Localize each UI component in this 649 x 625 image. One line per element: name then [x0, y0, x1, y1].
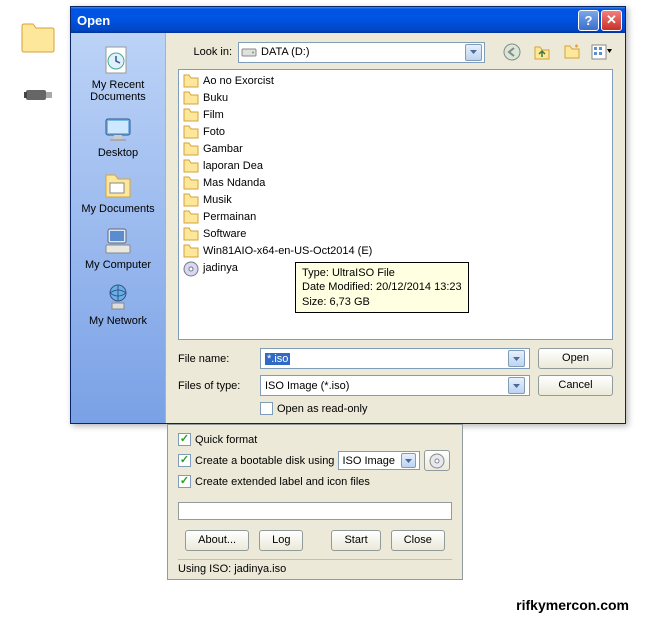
status-bar: Using ISO: jadinya.iso — [178, 559, 452, 575]
open-button[interactable]: Open — [538, 348, 613, 369]
folder-desktop-icon[interactable] — [18, 18, 58, 58]
log-button[interactable]: Log — [259, 530, 303, 551]
filename-input[interactable]: *.iso — [260, 348, 530, 369]
dialog-title: Open — [77, 13, 576, 28]
recent-documents-icon — [102, 45, 134, 77]
sidebar-item-desktop[interactable]: Desktop — [75, 109, 161, 163]
close-button[interactable]: Close — [391, 530, 445, 551]
start-button[interactable]: Start — [331, 530, 380, 551]
folder-icon — [183, 176, 199, 190]
watermark: rifkymercon.com — [516, 597, 629, 613]
list-item[interactable]: Musik — [181, 191, 610, 208]
filename-label: File name: — [178, 353, 252, 365]
folder-icon — [183, 125, 199, 139]
mynetwork-icon — [102, 281, 134, 313]
about-button[interactable]: About... — [185, 530, 249, 551]
list-item[interactable]: Permainan — [181, 208, 610, 225]
sidebar-item-mydocs[interactable]: My Documents — [75, 165, 161, 219]
open-dialog: Open ? ✕ My Recent Documents Desktop — [70, 6, 626, 424]
folder-icon — [183, 108, 199, 122]
filename-value: *.iso — [265, 353, 290, 365]
disc-icon — [429, 453, 445, 469]
sidebar-item-label: My Computer — [75, 259, 161, 271]
sidebar-item-recent[interactable]: My Recent Documents — [75, 41, 161, 107]
filetype-dropdown[interactable]: ISO Image (*.iso) — [260, 375, 530, 396]
extended-label: Create extended label and icon files — [195, 476, 370, 488]
file-list[interactable]: Ao no Exorcist Buku Film Foto Gambar lap… — [178, 69, 613, 340]
sidebar-item-label: My Recent Documents — [75, 79, 161, 103]
file-tooltip: Type: UltraISO File Date Modified: 20/12… — [295, 262, 469, 313]
list-item[interactable]: Software — [181, 225, 610, 242]
quickformat-checkbox[interactable] — [178, 433, 191, 446]
tooltip-size: Size: 6,73 GB — [302, 295, 462, 309]
new-folder-button[interactable] — [561, 41, 583, 63]
folder-icon — [183, 159, 199, 173]
folder-icon — [183, 142, 199, 156]
help-button[interactable]: ? — [578, 10, 599, 31]
chevron-down-icon — [508, 350, 525, 367]
sidebar-item-mycomputer[interactable]: My Computer — [75, 221, 161, 275]
sidebar-item-label: My Documents — [75, 203, 161, 215]
list-item[interactable]: Ao no Exorcist — [181, 72, 610, 89]
folder-icon — [183, 227, 199, 241]
quickformat-label: Quick format — [195, 434, 257, 446]
nav-up-button[interactable] — [531, 41, 553, 63]
list-item[interactable]: Foto — [181, 123, 610, 140]
titlebar[interactable]: Open ? ✕ — [71, 7, 625, 33]
list-item[interactable]: Mas Ndanda — [181, 174, 610, 191]
bootable-checkbox[interactable] — [178, 454, 191, 467]
readonly-checkbox[interactable] — [260, 402, 273, 415]
extended-checkbox[interactable] — [178, 475, 191, 488]
nav-back-button[interactable] — [501, 41, 523, 63]
chevron-down-icon — [508, 377, 525, 394]
list-item[interactable]: Buku — [181, 89, 610, 106]
list-item[interactable]: Film — [181, 106, 610, 123]
folder-icon — [183, 91, 199, 105]
folder-icon — [183, 210, 199, 224]
sidebar-item-mynetwork[interactable]: My Network — [75, 277, 161, 331]
close-button[interactable]: ✕ — [601, 10, 622, 31]
filetype-value: ISO Image (*.iso) — [265, 380, 349, 392]
sidebar-item-label: Desktop — [75, 147, 161, 159]
usb-desktop-icon[interactable] — [18, 72, 58, 112]
folder-icon — [183, 244, 199, 258]
folder-icon — [183, 74, 199, 88]
bootable-label: Create a bootable disk using — [195, 455, 334, 467]
cancel-button[interactable]: Cancel — [538, 375, 613, 396]
rufus-panel: Quick format Create a bootable disk usin… — [167, 424, 463, 580]
lookin-label: Look in: — [178, 46, 232, 58]
list-item[interactable]: Gambar — [181, 140, 610, 157]
lookin-value: DATA (D:) — [261, 46, 309, 58]
list-item[interactable]: laporan Dea — [181, 157, 610, 174]
chevron-down-icon — [401, 453, 416, 468]
mycomputer-icon — [102, 225, 134, 257]
progress-bar — [178, 502, 452, 520]
bootable-type-value: ISO Image — [342, 455, 395, 467]
desktop-icon — [102, 113, 134, 145]
bootable-type-dropdown[interactable]: ISO Image — [338, 451, 420, 470]
readonly-label: Open as read-only — [277, 403, 368, 415]
sidebar-item-label: My Network — [75, 315, 161, 327]
drive-icon — [241, 44, 257, 60]
list-item[interactable]: Win81AIO-x64-en-US-Oct2014 (E) — [181, 242, 610, 259]
chevron-down-icon — [465, 44, 482, 61]
iso-icon — [183, 261, 199, 275]
filetype-label: Files of type: — [178, 380, 252, 392]
view-menu-button[interactable] — [591, 41, 613, 63]
folder-icon — [183, 193, 199, 207]
tooltip-date: Date Modified: 20/12/2014 13:23 — [302, 280, 462, 294]
tooltip-type: Type: UltraISO File — [302, 266, 462, 280]
select-iso-button[interactable] — [424, 450, 450, 471]
mydocuments-icon — [102, 169, 134, 201]
places-sidebar: My Recent Documents Desktop My Documents… — [71, 33, 166, 423]
lookin-dropdown[interactable]: DATA (D:) — [238, 42, 485, 63]
